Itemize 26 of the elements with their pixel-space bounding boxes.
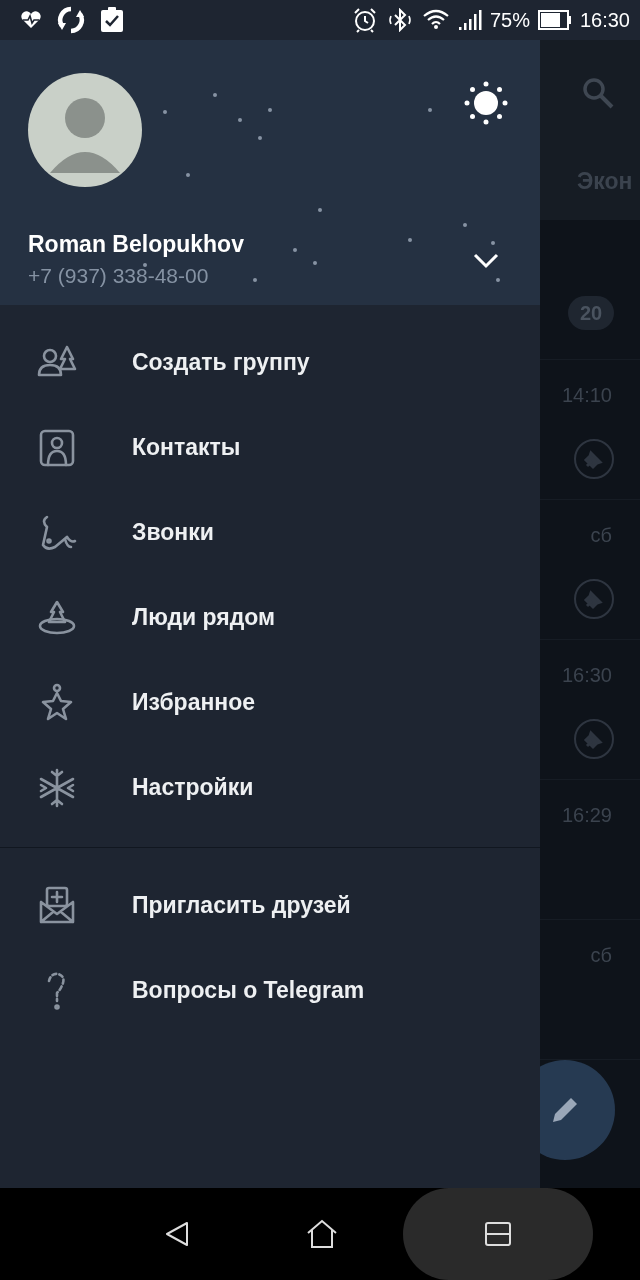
menu-item[interactable]: Создать группу [0,320,540,405]
chevron-down-icon[interactable] [472,251,500,270]
clipboard-check-icon [100,7,124,33]
battery-percentage: 75% [489,8,530,32]
clock-time: 16:30 [579,8,630,32]
menu-item[interactable]: Избранное [0,660,540,745]
menu-item[interactable]: Пригласить друзей [0,863,540,948]
phone-number: +7 (937) 338-48-00 [28,264,210,288]
day-mode-icon[interactable] [464,81,508,125]
sync-icon [56,5,86,35]
menu-item[interactable]: Люди рядом [0,575,540,660]
pin-icon [573,718,615,760]
menu-item[interactable]: Настройки [0,745,540,830]
recent-apps-icon [484,1221,512,1247]
profile-name: Roman Belopukhov [28,231,244,258]
avatar[interactable] [28,73,142,187]
heart-rate-icon [20,11,42,29]
menu-item[interactable]: Контакты [0,405,540,490]
menu-item[interactable]: Вопросы о Telegram [0,948,540,1033]
signal-icon [457,9,482,31]
pin-icon [573,578,615,620]
menu-item[interactable]: Звонки [0,490,540,575]
home-icon[interactable] [305,1219,339,1249]
wifi-icon [421,8,450,32]
pin-icon [573,438,615,480]
battery-icon [537,10,572,30]
